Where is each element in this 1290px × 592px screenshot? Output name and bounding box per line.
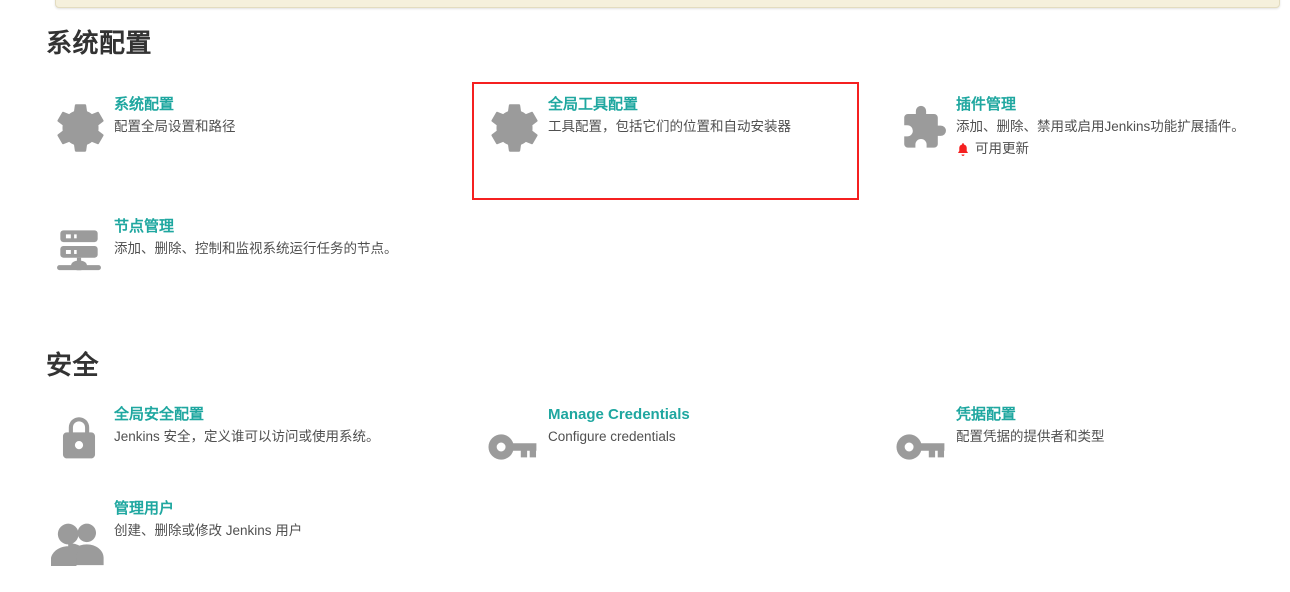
card-title-manage-users[interactable]: 管理用户 (114, 500, 442, 519)
card-title-global-tool-configuration[interactable]: 全局工具配置 (548, 96, 876, 115)
card-title-manage-credentials[interactable]: Manage Credentials (548, 406, 876, 425)
card-global-tool-configuration[interactable]: 全局工具配置 工具配置，包括它们的位置和自动安装器 (480, 96, 876, 172)
gear-icon (50, 100, 108, 158)
card-manage-nodes[interactable]: 节点管理 添加、删除、控制和监视系统运行任务的节点。 (46, 218, 442, 294)
card-description-configure-credentials: 配置凭据的提供者和类型 (956, 428, 1105, 444)
card-description-configure-system: 配置全局设置和路径 (114, 118, 236, 134)
card-manage-plugins[interactable]: 插件管理 添加、删除、禁用或启用Jenkins功能扩展插件。 可用更新 (888, 96, 1284, 172)
card-title-manage-plugins[interactable]: 插件管理 (956, 96, 1284, 115)
card-title-configure-system[interactable]: 系统配置 (114, 96, 442, 115)
bell-icon (958, 142, 968, 156)
status-badge-updates-available: 可用更新 (956, 139, 1284, 160)
card-description-manage-plugins: 添加、删除、禁用或启用Jenkins功能扩展插件。 (956, 118, 1245, 134)
card-configure-credentials[interactable]: 凭据配置 配置凭据的提供者和类型 (888, 406, 1284, 482)
card-description-manage-nodes: 添加、删除、控制和监视系统运行任务的节点。 (114, 240, 398, 256)
key-icon (484, 410, 542, 476)
plugin-icon (892, 100, 950, 158)
gear-icon (484, 100, 542, 158)
card-configure-global-security[interactable]: 全局安全配置 Jenkins 安全，定义谁可以访问或使用系统。 (46, 406, 442, 482)
lock-icon (50, 410, 108, 468)
card-description-configure-global-security: Jenkins 安全，定义谁可以访问或使用系统。 (114, 428, 380, 444)
card-title-configure-global-security[interactable]: 全局安全配置 (114, 406, 442, 425)
server-icon (50, 222, 108, 280)
card-description-global-tool-configuration: 工具配置，包括它们的位置和自动安装器 (548, 118, 791, 134)
users-icon (50, 504, 108, 572)
notification-bar (55, 0, 1280, 8)
key-icon (892, 410, 950, 476)
card-manage-credentials[interactable]: Manage Credentials Configure credentials (480, 406, 876, 482)
card-title-configure-credentials[interactable]: 凭据配置 (956, 406, 1284, 425)
section-heading-system-configuration: 系统配置 (46, 28, 153, 58)
card-title-manage-nodes[interactable]: 节点管理 (114, 218, 442, 237)
section-heading-security: 安全 (46, 350, 100, 380)
status-badge-label: 可用更新 (975, 140, 1029, 156)
card-description-manage-users: 创建、删除或修改 Jenkins 用户 (114, 522, 303, 538)
card-description-manage-credentials: Configure credentials (548, 428, 676, 444)
card-manage-users[interactable]: 管理用户 创建、删除或修改 Jenkins 用户 (46, 500, 442, 576)
card-configure-system[interactable]: 系统配置 配置全局设置和路径 (46, 96, 442, 172)
